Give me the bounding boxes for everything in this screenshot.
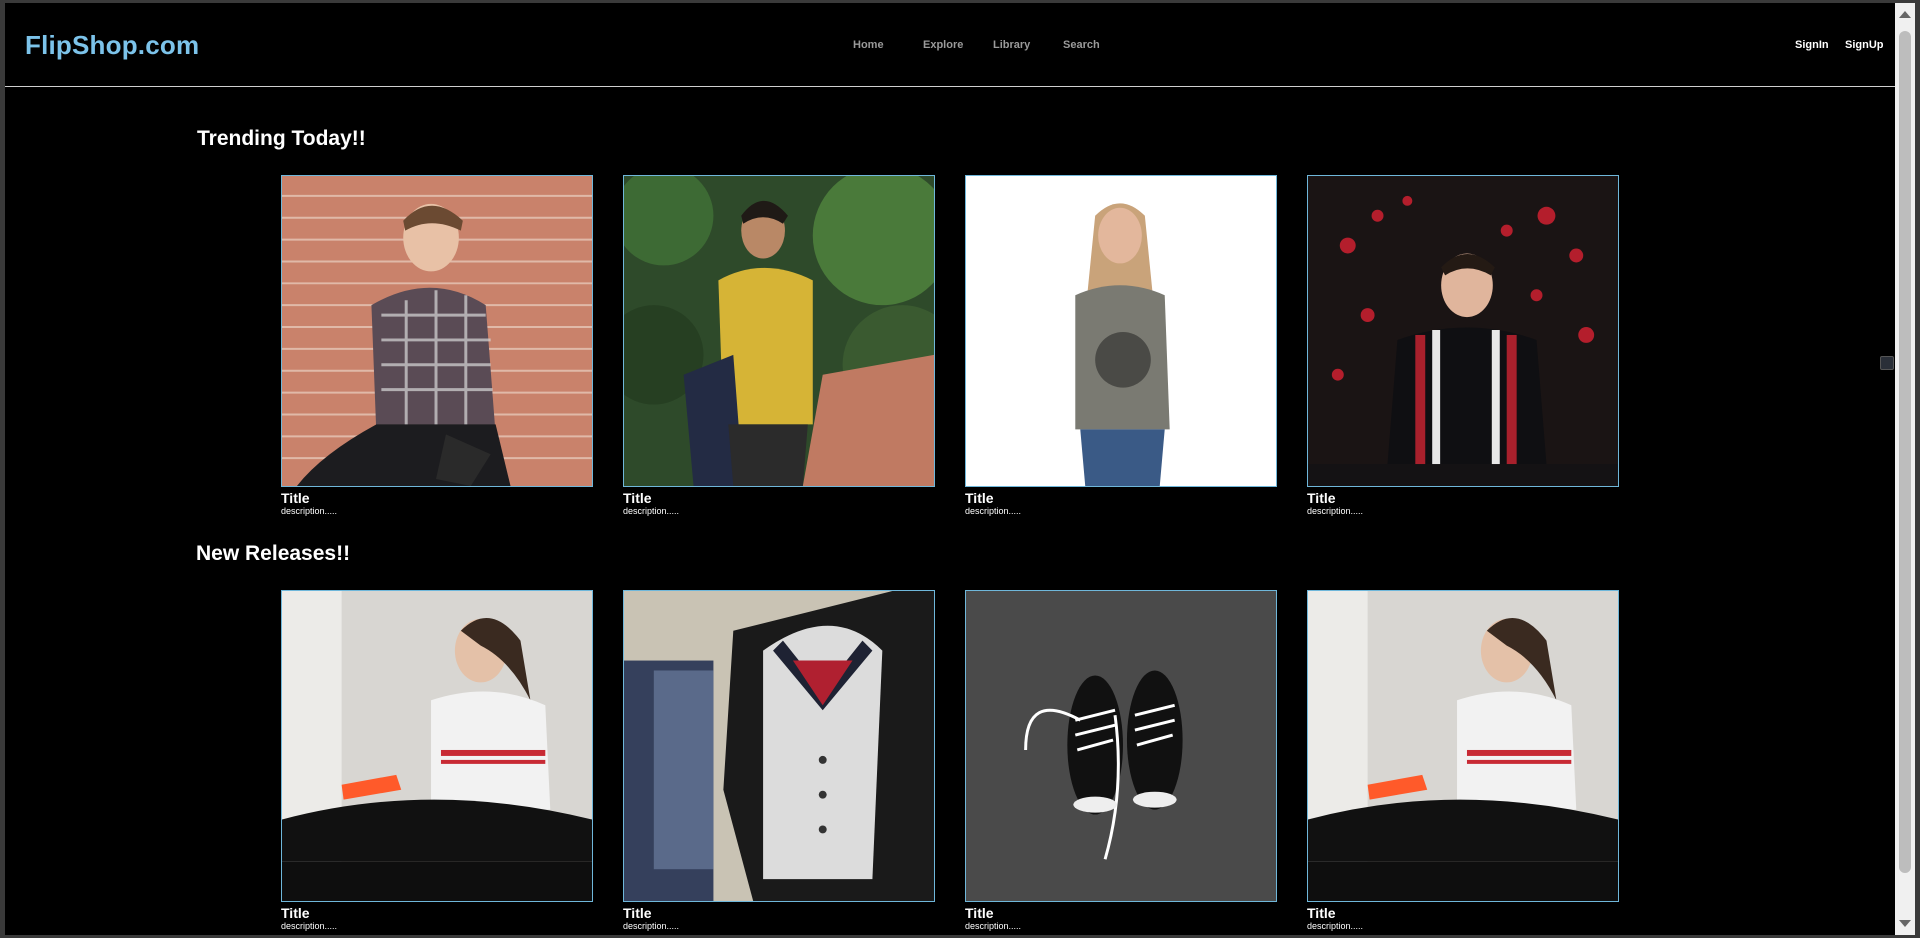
card-description: description.....: [965, 921, 1022, 931]
card-description: description.....: [623, 506, 680, 516]
card-title: Title: [965, 490, 994, 506]
product-image[interactable]: [281, 175, 593, 487]
card-description: description.....: [281, 921, 338, 931]
nav-search-link[interactable]: Search: [1063, 39, 1100, 51]
section-title-new-releases: New Releases!!: [196, 542, 351, 565]
card-description: description.....: [1307, 921, 1364, 931]
browser-viewport: FlipShop.com Home Explore Library Search…: [5, 3, 1895, 935]
nav-library-link[interactable]: Library: [993, 39, 1030, 51]
product-card[interactable]: Title description.....: [965, 590, 1277, 932]
card-title: Title: [623, 905, 652, 921]
product-image[interactable]: [1307, 175, 1619, 487]
product-card[interactable]: Title description.....: [623, 175, 935, 517]
product-card[interactable]: Title description.....: [623, 590, 935, 932]
card-title: Title: [965, 905, 994, 921]
card-description: description.....: [281, 506, 338, 516]
product-image[interactable]: [623, 175, 935, 487]
product-image[interactable]: [623, 590, 935, 902]
signin-link[interactable]: SignIn: [1795, 39, 1829, 51]
navbar: FlipShop.com Home Explore Library Search…: [5, 3, 1895, 87]
vertical-scrollbar[interactable]: [1895, 3, 1915, 935]
scroll-up-arrow-icon[interactable]: [1899, 11, 1911, 18]
card-title: Title: [281, 490, 310, 506]
product-card[interactable]: Title description.....: [281, 175, 593, 517]
product-image[interactable]: [965, 590, 1277, 902]
nav-home-link[interactable]: Home: [853, 39, 884, 51]
product-card[interactable]: Title description.....: [281, 590, 593, 932]
side-panel-toggle-icon[interactable]: [1880, 356, 1894, 370]
card-description: description.....: [623, 921, 680, 931]
nav-links: Home Explore Library Search: [5, 39, 1895, 55]
product-card[interactable]: Title description.....: [1307, 590, 1619, 932]
scroll-thumb[interactable]: [1899, 31, 1911, 873]
card-title: Title: [1307, 905, 1336, 921]
card-description: description.....: [1307, 506, 1364, 516]
signup-link[interactable]: SignUp: [1845, 39, 1884, 51]
product-image[interactable]: [1307, 590, 1619, 902]
product-card[interactable]: Title description.....: [965, 175, 1277, 517]
card-title: Title: [281, 905, 310, 921]
product-image[interactable]: [965, 175, 1277, 487]
card-title: Title: [1307, 490, 1336, 506]
scroll-down-arrow-icon[interactable]: [1899, 920, 1911, 927]
nav-explore-link[interactable]: Explore: [923, 39, 963, 51]
section-title-trending: Trending Today!!: [197, 127, 366, 150]
card-title: Title: [623, 490, 652, 506]
card-description: description.....: [965, 506, 1022, 516]
product-card[interactable]: Title description.....: [1307, 175, 1619, 517]
product-image[interactable]: [281, 590, 593, 902]
